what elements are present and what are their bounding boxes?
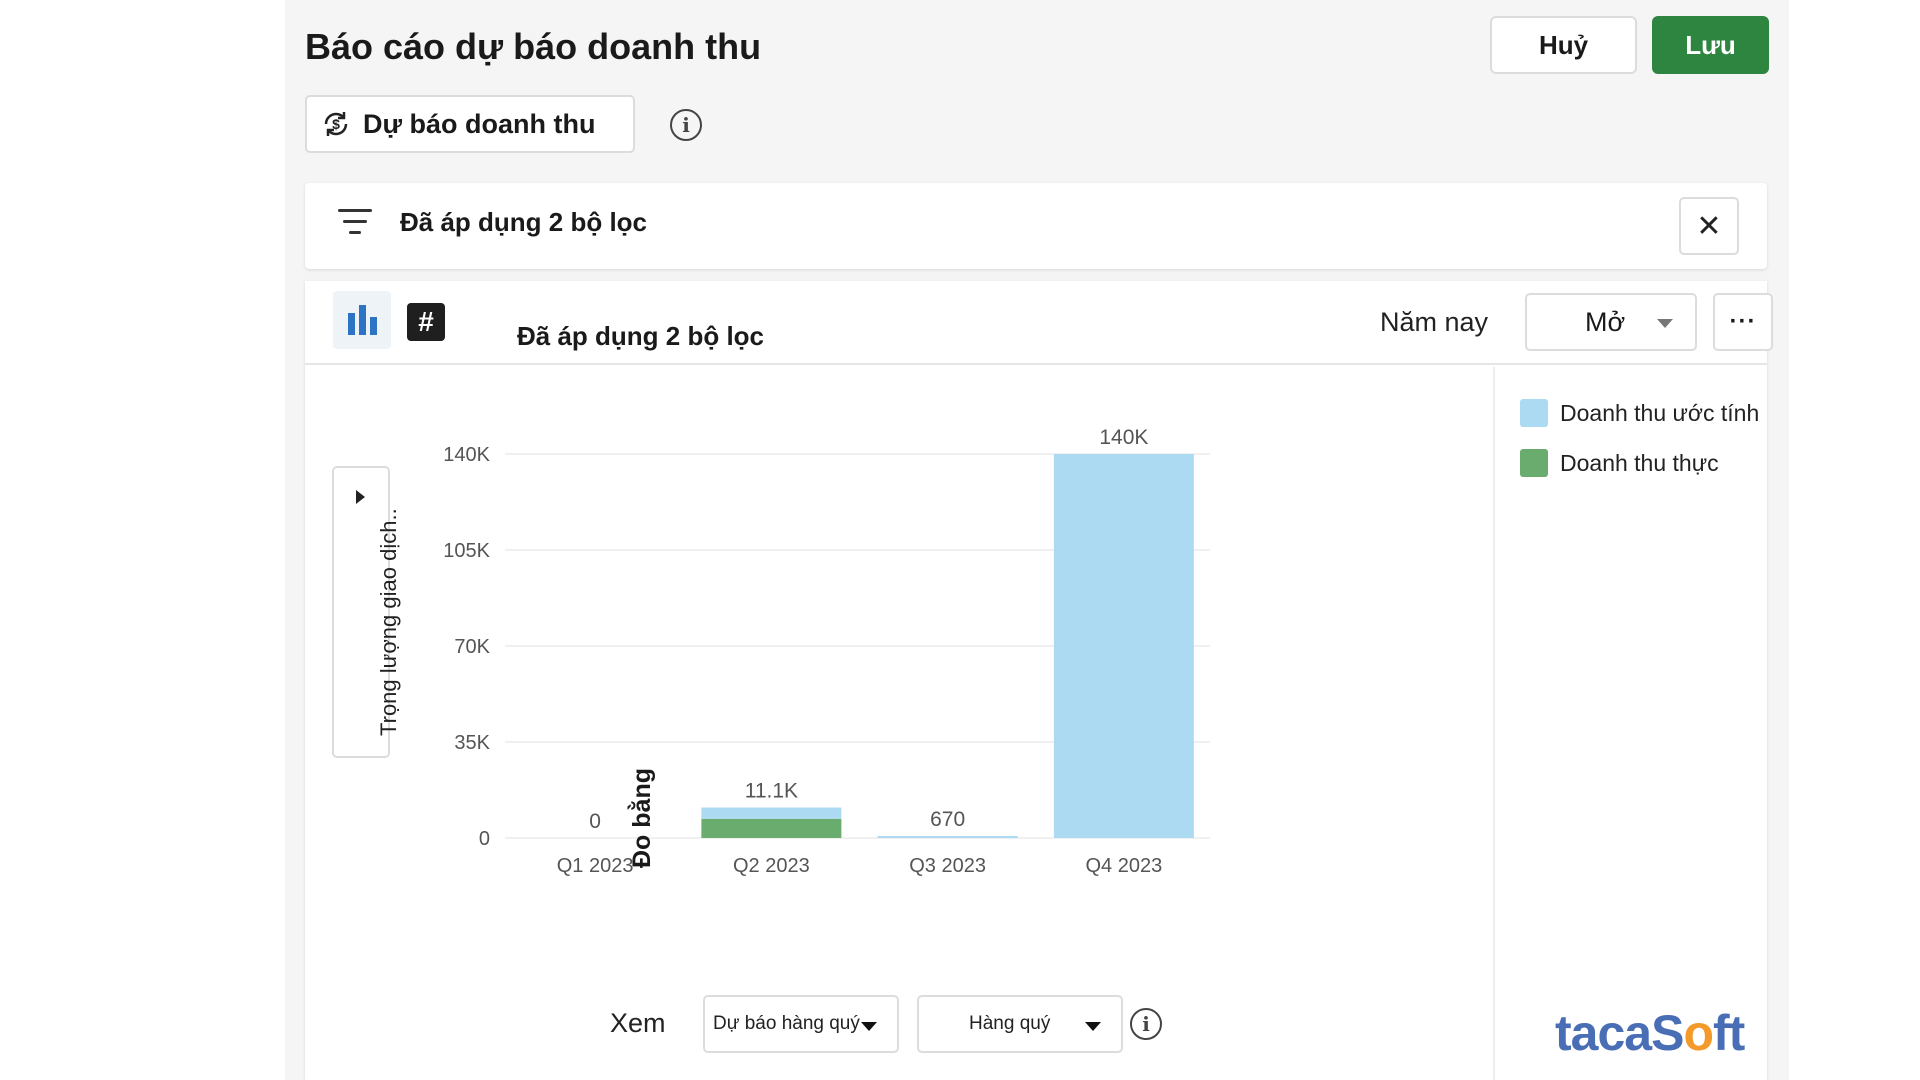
- y-tick-label: 0: [479, 828, 490, 850]
- table-view-button[interactable]: #: [407, 303, 445, 341]
- filter-icon[interactable]: [337, 209, 373, 239]
- chart-panel: # Đã áp dụng 2 bộ lọc Năm nay Mở ··· 0 35…: [305, 281, 1773, 1080]
- view-info-icon[interactable]: i: [1130, 1008, 1162, 1040]
- bar-estimated: [701, 807, 842, 819]
- period-label: Năm nay: [1380, 307, 1489, 337]
- svg-text:$: $: [332, 116, 340, 132]
- clear-filters-button[interactable]: ✕: [1679, 197, 1739, 255]
- save-button[interactable]: Lưu: [1652, 16, 1769, 74]
- period-view-select[interactable]: Hàng quý: [917, 995, 1123, 1053]
- info-icon[interactable]: i: [670, 109, 702, 141]
- page-title: Báo cáo dự báo doanh thu: [305, 26, 762, 67]
- chevron-down-icon: [861, 1022, 877, 1031]
- period-view-value: Hàng quý: [969, 1013, 1051, 1034]
- logo-text-2: o: [1683, 1005, 1714, 1061]
- data-label: 140K: [1099, 426, 1148, 449]
- chart-filter-title: Đã áp dụng 2 bộ lọc: [517, 321, 765, 351]
- measure-label: Đo bằng: [628, 768, 656, 868]
- x-tick-label: Q2 2023: [733, 855, 810, 877]
- status-dropdown[interactable]: Mở: [1525, 293, 1697, 351]
- data-label: 0: [589, 810, 601, 833]
- logo-text-3: ft: [1712, 1005, 1745, 1061]
- revenue-forecast-icon: $: [324, 112, 348, 136]
- applied-filters-text[interactable]: Đã áp dụng 2 bộ lọc: [400, 207, 647, 238]
- forecast-view-select[interactable]: Dự báo hàng quý: [703, 995, 899, 1053]
- measure-selector-text: Trọng lượng giao dịch..: [376, 508, 401, 736]
- close-icon: ✕: [1696, 209, 1722, 243]
- legend-item-actual[interactable]: Doanh thu thực: [1520, 449, 1759, 477]
- bar-actual: [701, 818, 842, 838]
- data-label: 670: [930, 808, 965, 831]
- y-tick-label: 140K: [443, 444, 490, 466]
- x-tick-label: Q3 2023: [909, 855, 986, 877]
- x-tick-label: Q4 2023: [1086, 855, 1163, 877]
- chart-toolbar: # Đã áp dụng 2 bộ lọc Năm nay Mở ···: [305, 281, 1773, 365]
- forecast-view-value: Dự báo hàng quý: [713, 1013, 860, 1034]
- filter-bar: Đã áp dụng 2 bộ lọc ✕: [305, 183, 1767, 269]
- bar-estimated: [1053, 454, 1194, 838]
- bar-estimated: [877, 836, 1018, 838]
- legend-swatch-estimated: [1520, 399, 1548, 427]
- logo-text-1: tacaS: [1555, 1005, 1684, 1061]
- tacasoft-logo: tacaSoft: [1555, 1004, 1745, 1062]
- report-type-label: Dự báo doanh thu: [363, 108, 596, 139]
- chart-legend: Doanh thu ước tính Doanh thu thực: [1520, 399, 1759, 499]
- report-type-selector[interactable]: $ Dự báo doanh thu: [305, 95, 635, 153]
- legend-label-actual: Doanh thu thực: [1560, 449, 1719, 476]
- cancel-button[interactable]: Huỷ: [1490, 16, 1637, 74]
- caret-right-icon: [356, 490, 365, 504]
- chevron-down-icon: [1085, 1022, 1101, 1031]
- bar-chart-view-button[interactable]: [333, 291, 391, 349]
- x-tick-label: Q1 2023: [557, 855, 634, 877]
- legend-item-estimated[interactable]: Doanh thu ước tính: [1520, 399, 1759, 427]
- measure-selector[interactable]: Trọng lượng giao dịch..: [332, 466, 401, 758]
- legend-swatch-actual: [1520, 449, 1548, 477]
- y-tick-label: 105K: [443, 540, 490, 562]
- bar-chart-icon: [347, 313, 355, 335]
- report-page: Báo cáo dự báo doanh thu Huỷ Lưu $ Dự bá…: [285, 0, 1789, 1080]
- chevron-down-icon: [1657, 319, 1673, 328]
- more-options-button[interactable]: ···: [1713, 293, 1773, 351]
- chart-area: 0 35K 70K 105K 140K 0 Q1 2023 11.1K Q2 2023 670 Q3…: [305, 367, 1495, 1080]
- bar-chart: 0 35K 70K 105K 140K 0 Q1 2023 11.1K Q2 2023 670 Q3…: [443, 426, 1210, 877]
- status-dropdown-value: Mở: [1585, 306, 1626, 337]
- y-tick-label: 70K: [454, 636, 490, 658]
- view-label: Xem: [610, 1008, 666, 1038]
- legend-label-estimated: Doanh thu ước tính: [1560, 399, 1760, 426]
- y-tick-label: 35K: [454, 732, 490, 754]
- data-label: 11.1K: [745, 780, 798, 803]
